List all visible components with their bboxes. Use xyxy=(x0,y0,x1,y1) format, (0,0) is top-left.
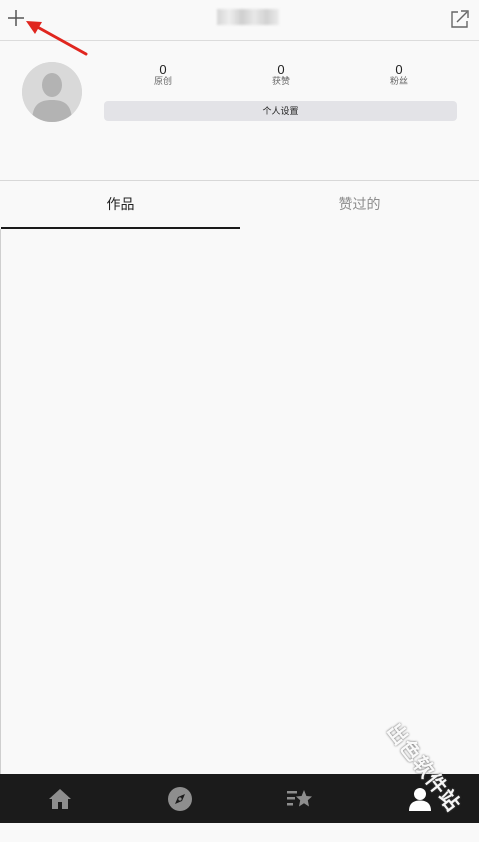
active-tab-indicator xyxy=(1,227,240,229)
stat-original-value: 0 xyxy=(159,62,167,77)
stat-followers[interactable]: 0 粉丝 xyxy=(364,63,434,87)
stat-original-label: 原创 xyxy=(153,76,172,86)
stat-likes-value: 0 xyxy=(277,62,285,77)
stat-likes-label: 获赞 xyxy=(271,76,290,86)
content-tabs: 作品 赞过的 xyxy=(0,181,479,229)
stat-followers-label: 粉丝 xyxy=(389,76,408,86)
share-icon xyxy=(451,10,469,28)
tab-works[interactable]: 作品 xyxy=(1,181,240,227)
content-area-edge xyxy=(0,229,1,774)
stat-likes[interactable]: 0 获赞 xyxy=(246,63,316,87)
starred-list-icon xyxy=(287,790,312,807)
personal-settings-button[interactable]: 个人设置 xyxy=(104,101,457,121)
stat-original[interactable]: 0 原创 xyxy=(128,63,198,87)
tabbar-favorites[interactable] xyxy=(286,786,312,812)
share-button[interactable] xyxy=(449,8,471,30)
compass-icon xyxy=(168,787,192,811)
username-title-blurred xyxy=(217,9,279,25)
tab-liked[interactable]: 赞过的 xyxy=(240,181,479,227)
stat-followers-value: 0 xyxy=(395,62,403,77)
home-icon xyxy=(49,789,71,809)
profile-section: 0 原创 0 获赞 0 粉丝 个人设置 xyxy=(0,41,479,181)
tabbar-discover[interactable] xyxy=(167,786,193,812)
avatar[interactable] xyxy=(22,62,82,122)
default-avatar-icon xyxy=(22,62,82,122)
tabbar-home[interactable] xyxy=(47,786,73,812)
